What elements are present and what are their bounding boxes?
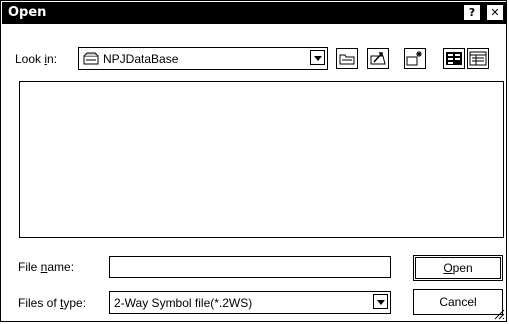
folder-icon: [339, 54, 355, 65]
new-folder-button[interactable]: [404, 48, 426, 69]
look-in-label: Look in:: [15, 52, 58, 66]
list-view-icon: [446, 52, 462, 65]
new-folder-icon: [406, 51, 422, 66]
file-name-label: File name:: [18, 260, 75, 274]
open-dialog: Open ? ✕ Look in: NPJDataBase File name:…: [0, 0, 507, 322]
up-folder-button[interactable]: [367, 48, 389, 69]
folder-button[interactable]: [336, 48, 358, 69]
cancel-button[interactable]: Cancel: [413, 289, 503, 315]
files-of-type-value: 2-Way Symbol file(*.2WS): [114, 296, 253, 310]
chevron-down-icon[interactable]: [310, 50, 325, 65]
look-in-combo[interactable]: NPJDataBase: [78, 47, 328, 70]
resize-grip-icon[interactable]: [493, 308, 505, 320]
up-folder-icon: [370, 52, 386, 65]
help-button[interactable]: ?: [464, 5, 480, 20]
dialog-title: Open: [8, 5, 47, 20]
list-view-button[interactable]: [443, 48, 465, 69]
open-button[interactable]: Open: [413, 255, 503, 281]
chevron-down-icon[interactable]: [373, 294, 388, 309]
title-bar: Open ? ✕: [2, 2, 507, 24]
file-list[interactable]: [19, 81, 504, 238]
details-view-icon: [469, 51, 487, 66]
files-of-type-label: Files of type:: [18, 296, 87, 310]
close-button[interactable]: ✕: [487, 5, 503, 20]
files-of-type-combo[interactable]: 2-Way Symbol file(*.2WS): [109, 291, 391, 314]
drive-icon: [83, 52, 99, 65]
details-view-button[interactable]: [467, 48, 489, 69]
file-name-input[interactable]: [109, 256, 391, 278]
look-in-value: NPJDataBase: [103, 52, 179, 66]
